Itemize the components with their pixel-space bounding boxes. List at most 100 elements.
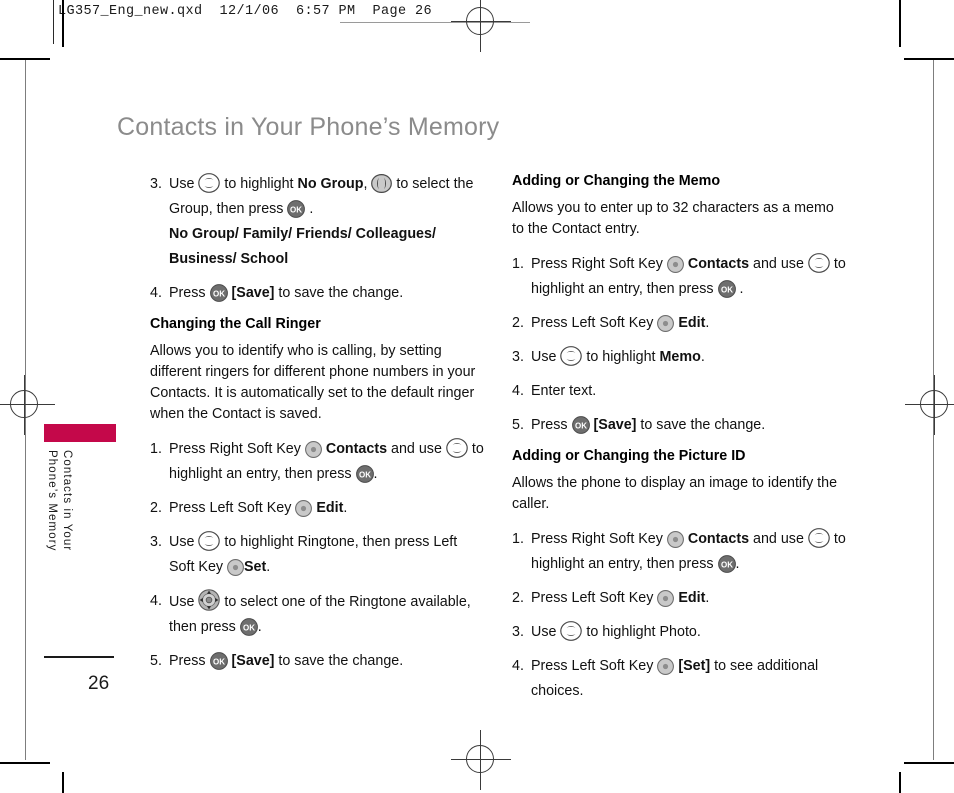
section-paragraph: Allows you to enter up to 32 characters … bbox=[512, 200, 834, 237]
step-item: 2. Press Left Soft Key Edit. bbox=[150, 496, 486, 521]
step-text: . bbox=[735, 281, 744, 297]
emphasis-text: [Save] bbox=[231, 285, 275, 301]
step-item: 5. Press OK [Save] to save the change. bbox=[150, 649, 486, 674]
soft-key-icon bbox=[304, 441, 322, 458]
ok-key-icon: OK bbox=[355, 465, 374, 483]
emphasis-text: Contacts bbox=[687, 256, 750, 272]
svg-text:OK: OK bbox=[213, 289, 225, 298]
step-text: . bbox=[705, 315, 710, 331]
svg-text:OK: OK bbox=[721, 285, 733, 294]
step-item: 4. Press OK [Save] to save the change. bbox=[150, 281, 486, 306]
step-text: . bbox=[257, 619, 262, 635]
step-body: Press OK [Save] to save the change. bbox=[531, 416, 765, 434]
steps-list-call-ringer: 1. Press Right Soft Key Contacts and use … bbox=[150, 437, 486, 674]
step-item: 2. Press Left Soft Key Edit. bbox=[512, 311, 848, 336]
step-item: 2. Press Left Soft Key Edit. bbox=[512, 586, 848, 611]
section-paragraph-call-ringer: Allows you to identify who is calling, b… bbox=[150, 343, 476, 422]
updown-nav-icon bbox=[560, 346, 583, 366]
step-text: Use bbox=[169, 176, 199, 192]
crop-mark-top-right-vertical bbox=[899, 0, 901, 47]
registration-target-right-icon bbox=[905, 375, 954, 435]
continued-steps-list: 3. Use to highlight No Group, to select t… bbox=[150, 172, 486, 306]
steps-list: 1. Press Right Soft Key Contacts and use … bbox=[512, 527, 848, 704]
step-text: . bbox=[305, 201, 314, 217]
step-item: 1. Press Right Soft Key Contacts and use … bbox=[512, 527, 848, 577]
step-text: Press Right Soft Key bbox=[531, 256, 667, 272]
step-item: 4. Press Left Soft Key [Set] to see addit… bbox=[512, 654, 848, 704]
updown-nav-icon bbox=[198, 531, 221, 551]
updown-nav-icon bbox=[808, 253, 830, 273]
step-body: Press Right Soft Key Contacts and use to… bbox=[531, 253, 846, 298]
step-text: . bbox=[266, 559, 271, 575]
step-body: Enter text. bbox=[531, 383, 596, 399]
svg-text:OK: OK bbox=[359, 470, 371, 479]
step-sub-line: No Group/ Family/ Friends/ Colleagues/ bbox=[169, 226, 436, 242]
step-body: Press Right Soft Key Contacts and use to… bbox=[531, 528, 846, 573]
registration-target-top-icon bbox=[451, 0, 511, 52]
soft-key-icon bbox=[227, 559, 244, 576]
soft-key-icon bbox=[657, 658, 675, 675]
step-text: . bbox=[700, 349, 705, 365]
svg-text:OK: OK bbox=[243, 623, 255, 632]
step-item: 3. Use to highlight Photo. bbox=[512, 620, 848, 645]
crop-mark-bottom-left-horizontal bbox=[0, 762, 50, 764]
emphasis-text: Contacts bbox=[325, 441, 388, 457]
emphasis-text: Edit bbox=[316, 500, 344, 516]
step-number: 1. bbox=[512, 531, 524, 547]
step-item: 4. Enter text. bbox=[512, 379, 848, 404]
ok-key-icon: OK bbox=[209, 284, 228, 302]
step-number: 3. bbox=[512, 349, 524, 365]
left-column: 3. Use to highlight No Group, to select t… bbox=[150, 172, 486, 683]
step-number: 3. bbox=[150, 176, 162, 192]
step-body: Use to highlight No Group, to select the… bbox=[169, 173, 473, 218]
step-text: to save the change. bbox=[274, 653, 404, 669]
crop-mark-bottom-left-vertical bbox=[62, 772, 64, 793]
step-text: Enter text. bbox=[531, 383, 597, 399]
step-number: 3. bbox=[150, 534, 162, 550]
step-item: 3. Use to highlight Ringtone, then press … bbox=[150, 530, 486, 580]
step-body: Use to highlight Memo. bbox=[531, 346, 705, 366]
svg-text:OK: OK bbox=[213, 657, 225, 666]
step-item: 1. Press Right Soft Key Contacts and use … bbox=[150, 437, 486, 487]
soft-key-icon bbox=[666, 256, 684, 273]
prepress-header-text: LG357_Eng_new.qxd 12/1/06 6:57 PM Page 2… bbox=[58, 4, 433, 19]
ok-key-icon: OK bbox=[717, 555, 736, 573]
svg-text:OK: OK bbox=[575, 421, 587, 430]
step-body: Press Left Soft Key Edit. bbox=[169, 500, 347, 517]
step-text: Press Right Soft Key bbox=[169, 441, 305, 457]
header-vertical-rule bbox=[53, 0, 54, 44]
emphasis-text: Contacts bbox=[687, 531, 750, 547]
step-number: 1. bbox=[150, 441, 162, 457]
step-body: Press OK [Save] to save the change. bbox=[169, 284, 404, 302]
step-text: to save the change. bbox=[274, 285, 404, 301]
step-number: 4. bbox=[512, 383, 524, 399]
step-text: Press bbox=[169, 653, 210, 669]
step-text: Use bbox=[169, 594, 199, 610]
ok-key-icon: OK bbox=[209, 652, 228, 670]
side-tab-label-text: Contacts in Your Phone’s Memory bbox=[46, 450, 73, 552]
step-number: 4. bbox=[150, 285, 162, 301]
emphasis-text: [Save] bbox=[593, 417, 637, 433]
step-text: Press bbox=[531, 417, 572, 433]
soft-key-icon bbox=[295, 500, 313, 517]
ok-key-icon: OK bbox=[717, 280, 736, 298]
step-text: to highlight Photo. bbox=[582, 624, 701, 640]
step-body: Use to select one of the Ringtone availa… bbox=[169, 589, 471, 636]
step-number: 1. bbox=[512, 256, 524, 272]
step-item: 1. Press Right Soft Key Contacts and use … bbox=[512, 252, 848, 302]
step-text: , bbox=[363, 176, 372, 192]
step-body: Press Right Soft Key Contacts and use to… bbox=[169, 438, 484, 483]
step-item: 4. Use to select one of the Ringtone avai… bbox=[150, 589, 486, 640]
crop-mark-bottom-right-vertical bbox=[899, 772, 901, 793]
soft-key-icon bbox=[666, 531, 684, 548]
step-number: 5. bbox=[150, 653, 162, 669]
step-text: . bbox=[373, 466, 378, 482]
step-text: and use bbox=[749, 256, 808, 272]
side-tab-accent-bar bbox=[44, 424, 116, 442]
ok-key-icon: OK bbox=[571, 416, 590, 434]
updown-nav-icon bbox=[198, 173, 221, 193]
step-number: 2. bbox=[150, 500, 162, 516]
updown-nav-icon bbox=[446, 438, 468, 458]
step-text: Use bbox=[531, 624, 561, 640]
section-heading-call-ringer: Changing the Call Ringer bbox=[150, 316, 321, 332]
